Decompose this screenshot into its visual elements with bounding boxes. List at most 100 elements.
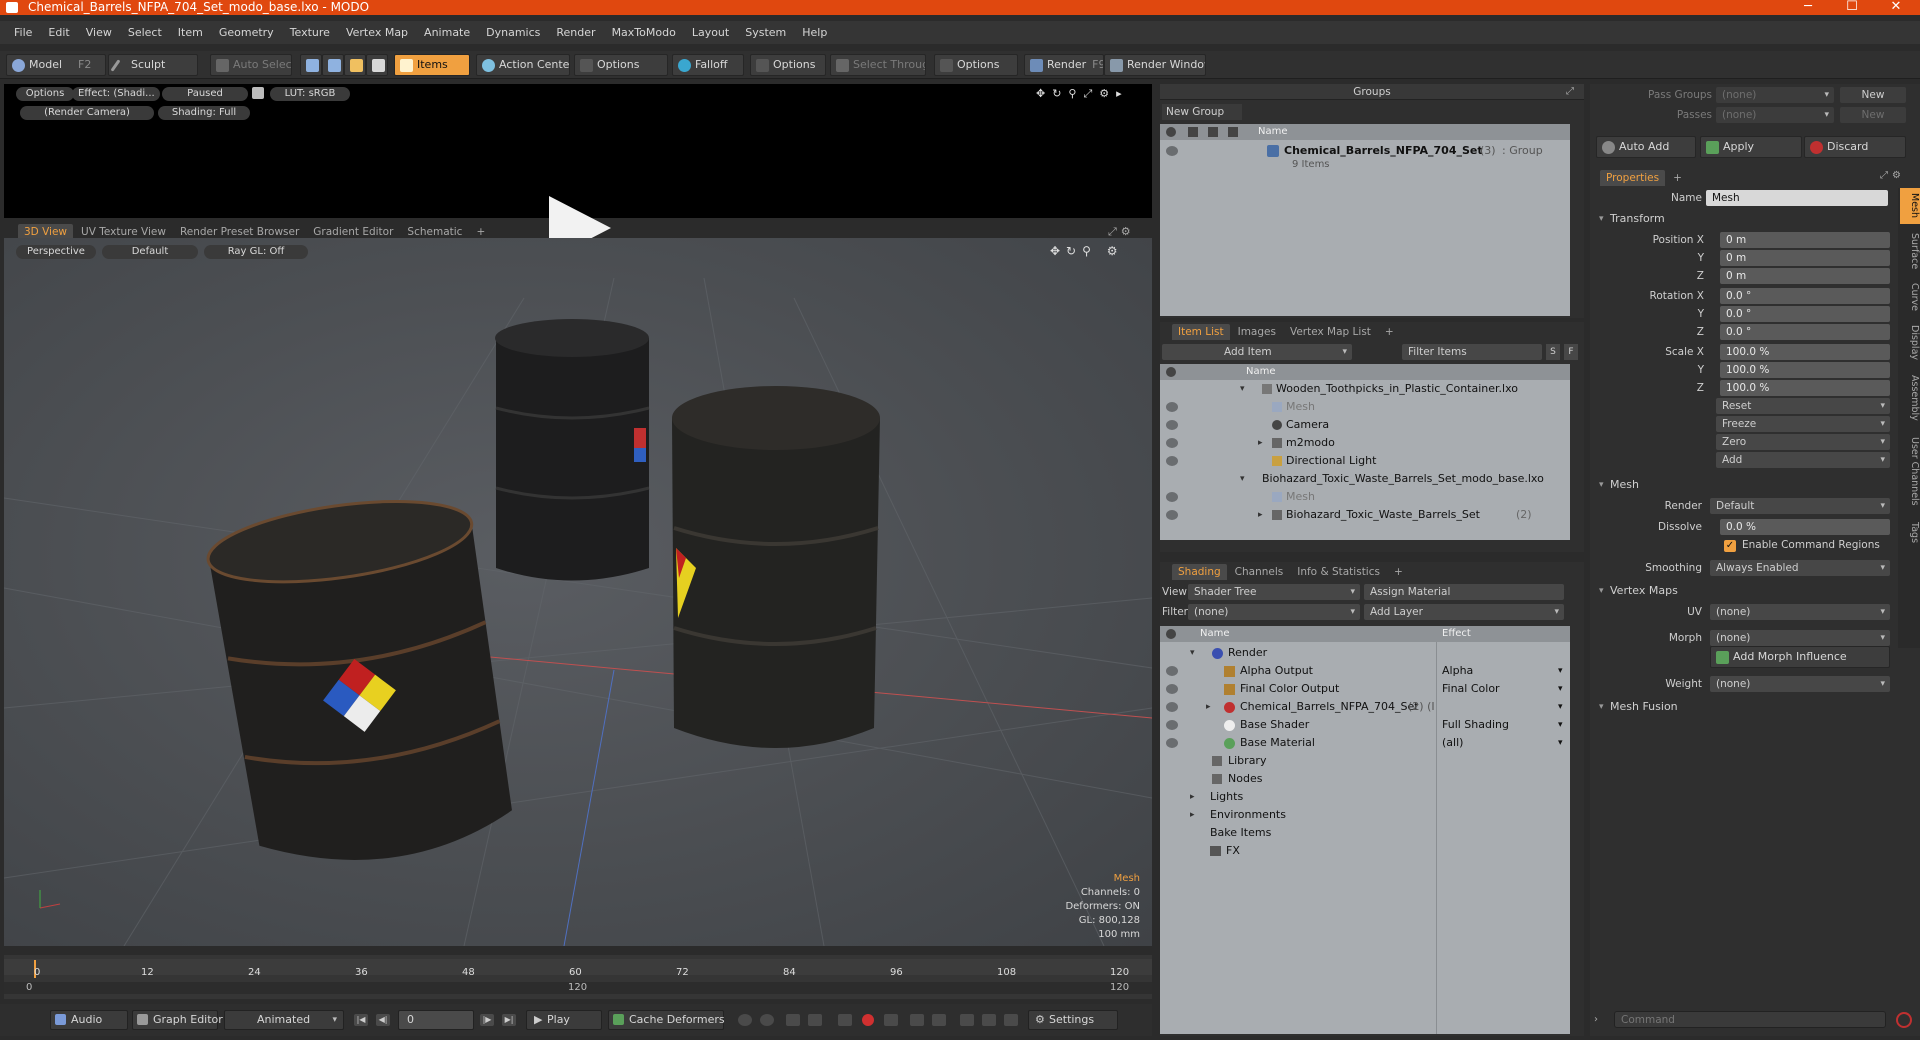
position-z-input[interactable]: 0 m — [1720, 268, 1890, 284]
select-edges-button[interactable] — [322, 54, 344, 76]
rotation-y-input[interactable]: 0.0 ° — [1720, 306, 1890, 322]
list-item[interactable]: ▸ m2modo — [1160, 434, 1570, 452]
select-polygons-button[interactable] — [344, 54, 366, 76]
go-end-icon[interactable]: ▶| — [502, 1014, 516, 1026]
menu-layout[interactable]: Layout — [684, 26, 737, 39]
list-item[interactable]: Mesh — [1160, 398, 1570, 416]
expand-arrow-icon[interactable]: ▾ — [1240, 470, 1245, 488]
shader-row[interactable]: FX — [1160, 842, 1570, 860]
minimize-button[interactable]: ─ — [1788, 0, 1828, 15]
weight-dropdown[interactable]: (none) — [1710, 676, 1890, 692]
vtab-mesh[interactable]: Mesh — [1900, 188, 1920, 224]
next-frame-icon[interactable] — [932, 1014, 946, 1026]
action-center-button[interactable]: Action Center — [476, 54, 570, 76]
shader-row[interactable]: ▸ Environments — [1160, 806, 1570, 824]
tab-item-list[interactable]: Item List — [1172, 324, 1230, 340]
add-dropdown[interactable]: Add — [1716, 452, 1890, 468]
action-center-options-button[interactable]: Options — [574, 54, 668, 76]
perspective-dropdown[interactable]: Perspective — [16, 245, 96, 259]
tab-vertex-map-list[interactable]: Vertex Map List — [1284, 324, 1377, 340]
rotation-x-input[interactable]: 0.0 ° — [1720, 288, 1890, 304]
prev-key-icon[interactable] — [786, 1014, 800, 1026]
render-dropdown[interactable]: Default — [1710, 498, 1890, 514]
viewport-navigation-icons[interactable]: ✥↻⚲ ⚙ — [1050, 244, 1123, 258]
raygl-dropdown[interactable]: Ray GL: Off — [204, 245, 308, 259]
tab-info-statistics[interactable]: Info & Statistics — [1291, 564, 1386, 580]
dissolve-input[interactable]: 0.0 % — [1720, 519, 1890, 535]
scale-y-input[interactable]: 100.0 % — [1720, 362, 1890, 378]
add-tab-button[interactable]: + — [1667, 170, 1688, 186]
shader-row[interactable]: ▸ Lights — [1160, 788, 1570, 806]
barrel-right[interactable] — [672, 386, 880, 748]
menu-help[interactable]: Help — [794, 26, 835, 39]
viewport-expand-gear-icons[interactable]: ⤢⚙ — [1108, 225, 1135, 239]
next-key-icon[interactable] — [808, 1014, 822, 1026]
vtab-tags[interactable]: Tags — [1900, 516, 1920, 550]
command-input[interactable] — [1614, 1011, 1886, 1028]
render-preview[interactable]: Options Effect: (Shadi... Paused LUT: sR… — [4, 84, 1152, 260]
render-button[interactable]: Render F9 — [1024, 54, 1104, 76]
eye-icon[interactable] — [1166, 684, 1178, 694]
play-button[interactable]: ▶ Play — [526, 1010, 602, 1030]
command-stop-icon[interactable] — [1896, 1012, 1912, 1028]
menu-maxtomodo[interactable]: MaxToModo — [604, 26, 684, 39]
auto-key-icon[interactable] — [760, 1014, 774, 1026]
menu-view[interactable]: View — [78, 26, 120, 39]
expand-arrow-icon[interactable]: ▸ — [1206, 698, 1211, 716]
vtab-assembly[interactable]: Assembly — [1900, 370, 1920, 426]
freeze-dropdown[interactable]: Freeze — [1716, 416, 1890, 432]
filter-dropdown[interactable]: (none) — [1188, 604, 1360, 620]
expand-arrow-icon[interactable]: ▸ — [1258, 506, 1263, 524]
step-forward-icon[interactable]: |▶ — [480, 1014, 494, 1026]
falloff-button[interactable]: Falloff — [672, 54, 744, 76]
timeline[interactable]: 0 12 24 36 48 60 72 84 96 108 120 0 120 … — [4, 955, 1152, 999]
prev-frame-icon[interactable] — [910, 1014, 924, 1026]
shader-row[interactable]: Library — [1160, 752, 1570, 770]
chevron-down-icon[interactable]: ▾ — [1558, 680, 1563, 698]
menu-item[interactable]: Item — [170, 26, 211, 39]
filter-items-input[interactable]: Filter Items — [1402, 344, 1542, 360]
add-morph-influence-button[interactable]: Add Morph Influence — [1710, 646, 1890, 668]
chevron-down-icon[interactable]: ▾ — [1558, 662, 1563, 680]
add-item-dropdown[interactable]: Add Item — [1162, 344, 1352, 360]
expand-arrow-icon[interactable]: ▾ — [1190, 644, 1195, 662]
groups-tree[interactable]: Name Chemical_Barrels_NFPA_704_Set (3) :… — [1160, 124, 1570, 316]
new-group-button[interactable]: New Group — [1162, 104, 1242, 120]
eye-icon[interactable] — [1166, 420, 1178, 430]
close-button[interactable]: ✕ — [1876, 0, 1916, 15]
menu-texture[interactable]: Texture — [282, 26, 338, 39]
filter-f-button[interactable]: F — [1564, 344, 1578, 360]
discard-button[interactable]: Discard — [1804, 136, 1906, 158]
record-icon[interactable] — [862, 1014, 874, 1026]
clear-keys-icon[interactable] — [1004, 1014, 1018, 1026]
vtab-surface[interactable]: Surface — [1900, 228, 1920, 274]
tab-images[interactable]: Images — [1232, 324, 1282, 340]
keyframe-tool-icon[interactable] — [960, 1014, 974, 1026]
eye-icon[interactable] — [1166, 510, 1178, 520]
preview-paused-button[interactable]: Paused — [162, 87, 248, 101]
vertex-maps-section[interactable]: Vertex Maps — [1596, 582, 1678, 600]
select-materials-button[interactable] — [366, 54, 388, 76]
shader-tree[interactable]: Name Effect ▾ Render Alpha Output Alpha ▾ F… — [1160, 626, 1570, 1034]
smoothing-dropdown[interactable]: Always Enabled — [1710, 560, 1890, 576]
shader-row[interactable]: Base Shader Full Shading ▾ — [1160, 716, 1570, 734]
shading-default-dropdown[interactable]: Default — [102, 245, 198, 259]
transform-section[interactable]: Transform — [1596, 210, 1665, 228]
select-vertices-button[interactable] — [300, 54, 322, 76]
add-layer-dropdown[interactable]: Add Layer — [1364, 604, 1564, 620]
eye-icon[interactable] — [1166, 456, 1178, 466]
menu-dynamics[interactable]: Dynamics — [478, 26, 548, 39]
preview-shading-dropdown[interactable]: Shading: Full — [158, 106, 250, 120]
shader-row[interactable]: Alpha Output Alpha ▾ — [1160, 662, 1570, 680]
eye-icon[interactable] — [1166, 666, 1178, 676]
graph-editor-button[interactable]: Graph Editor — [132, 1010, 223, 1030]
vtab-curve[interactable]: Curve — [1900, 278, 1920, 316]
cache-deformers-button[interactable]: Cache Deformers — [608, 1010, 725, 1030]
pass-groups-dropdown[interactable]: (none) — [1716, 87, 1834, 103]
name-input[interactable]: Mesh — [1706, 190, 1888, 206]
add-tab-button[interactable]: + — [1379, 324, 1400, 340]
new-pass-group-button[interactable]: New — [1840, 87, 1906, 103]
go-start-icon[interactable]: |◀ — [354, 1014, 368, 1026]
position-y-input[interactable]: 0 m — [1720, 250, 1890, 266]
list-item[interactable]: ▾ Biohazard_Toxic_Waste_Barrels_Set_modo_… — [1160, 470, 1570, 488]
